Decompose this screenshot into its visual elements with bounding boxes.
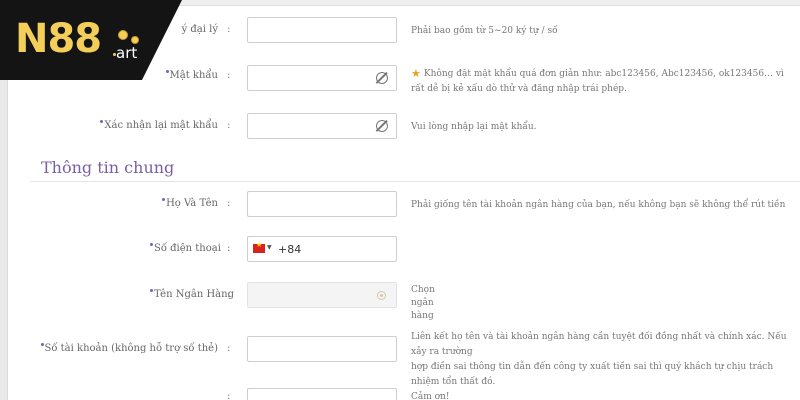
agent-code-input[interactable] [247, 17, 397, 43]
select-target-icon [377, 291, 386, 300]
brand-logo-suffix: art [116, 44, 138, 62]
required-dot [165, 70, 169, 73]
colon: : [227, 243, 231, 254]
eye-slash-icon[interactable] [376, 72, 388, 84]
required-dot [100, 120, 104, 123]
fullname-label: Họ Và Tên [150, 198, 218, 209]
password-label: Mật khẩu [150, 70, 218, 81]
colon: : [227, 343, 231, 354]
vietnam-flag-icon[interactable] [253, 241, 265, 253]
eye-slash-icon[interactable] [376, 120, 388, 132]
colon: : [227, 391, 231, 400]
colon: : [227, 120, 231, 131]
confirm-password-hint: Vui lòng nhập lại mật khẩu. [411, 122, 537, 132]
phone-input[interactable]: ▼ +84 [247, 236, 397, 262]
bank-name-select[interactable] [247, 282, 397, 308]
fullname-input[interactable] [247, 191, 397, 217]
confirm-password-input[interactable] [247, 113, 397, 139]
required-dot [162, 198, 166, 201]
required-dot [40, 343, 44, 346]
password-input[interactable] [247, 65, 397, 91]
star-icon: ★ [411, 67, 421, 80]
ball-icon [118, 30, 128, 40]
required-dot [150, 289, 153, 292]
ball-icon [131, 36, 139, 44]
fullname-hint: Phải giống tên tài khoản ngân hàng của b… [411, 200, 786, 210]
colon: : [227, 70, 231, 81]
phone-prefix: +84 [278, 243, 302, 256]
bank-name-label: Tên Ngân Hàng [150, 289, 234, 300]
bank-name-hint: Chọn ngân hàng [411, 285, 435, 321]
colon: : [227, 289, 231, 300]
required-dot [150, 243, 153, 246]
account-number-label: Số tài khoản (không hỗ trợ số thẻ) [40, 343, 218, 354]
account-number-input[interactable] [247, 336, 397, 362]
colon: : [227, 24, 231, 35]
next-input[interactable] [247, 388, 397, 400]
account-number-hint: Liên kết họ tên và tài khoản ngân hàng c… [411, 332, 787, 400]
section-title: Thông tin chung [41, 158, 175, 177]
colon: : [227, 198, 231, 209]
confirm-password-label: Xác nhận lại mật khẩu [100, 120, 218, 131]
phone-label: Số điện thoại [150, 243, 221, 254]
caret-down-icon[interactable]: ▼ [267, 244, 272, 251]
agent-code-hint: Phải bao gồm từ 5~20 ký tự / số [411, 26, 558, 36]
section-divider [30, 181, 800, 182]
password-hint: ★ Không đặt mật khẩu quá đơn giản như: ab… [411, 67, 784, 94]
brand-logo: N88 [15, 16, 102, 62]
